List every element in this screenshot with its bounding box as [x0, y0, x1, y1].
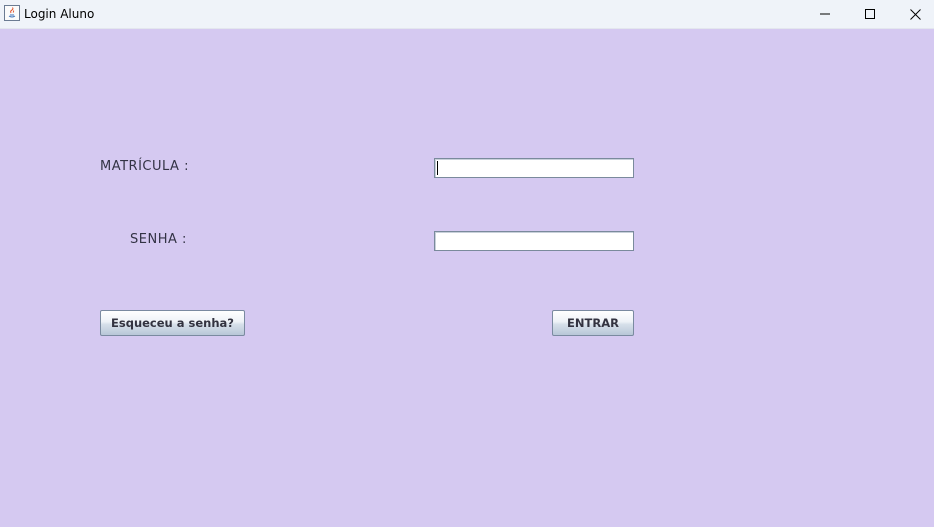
login-window: Login Aluno MATRÍCULA : SENHA : Esqueceu… — [0, 0, 934, 527]
matricula-label: MATRÍCULA : — [100, 159, 189, 174]
maximize-button[interactable] — [848, 0, 892, 28]
text-caret — [437, 161, 438, 175]
matricula-input[interactable] — [434, 158, 634, 178]
close-button[interactable] — [893, 0, 934, 28]
senha-input[interactable] — [434, 231, 634, 251]
enter-button[interactable]: ENTRAR — [552, 310, 634, 336]
minimize-icon — [820, 9, 830, 19]
java-icon[interactable] — [4, 5, 20, 21]
login-form: MATRÍCULA : SENHA : Esqueceu a senha? EN… — [0, 29, 934, 527]
minimize-button[interactable] — [803, 0, 847, 28]
close-icon — [909, 8, 921, 20]
title-bar[interactable]: Login Aluno — [0, 0, 934, 29]
forgot-password-button[interactable]: Esqueceu a senha? — [100, 310, 245, 336]
maximize-icon — [865, 9, 875, 19]
window-title: Login Aluno — [24, 7, 95, 21]
senha-label: SENHA : — [130, 232, 187, 247]
